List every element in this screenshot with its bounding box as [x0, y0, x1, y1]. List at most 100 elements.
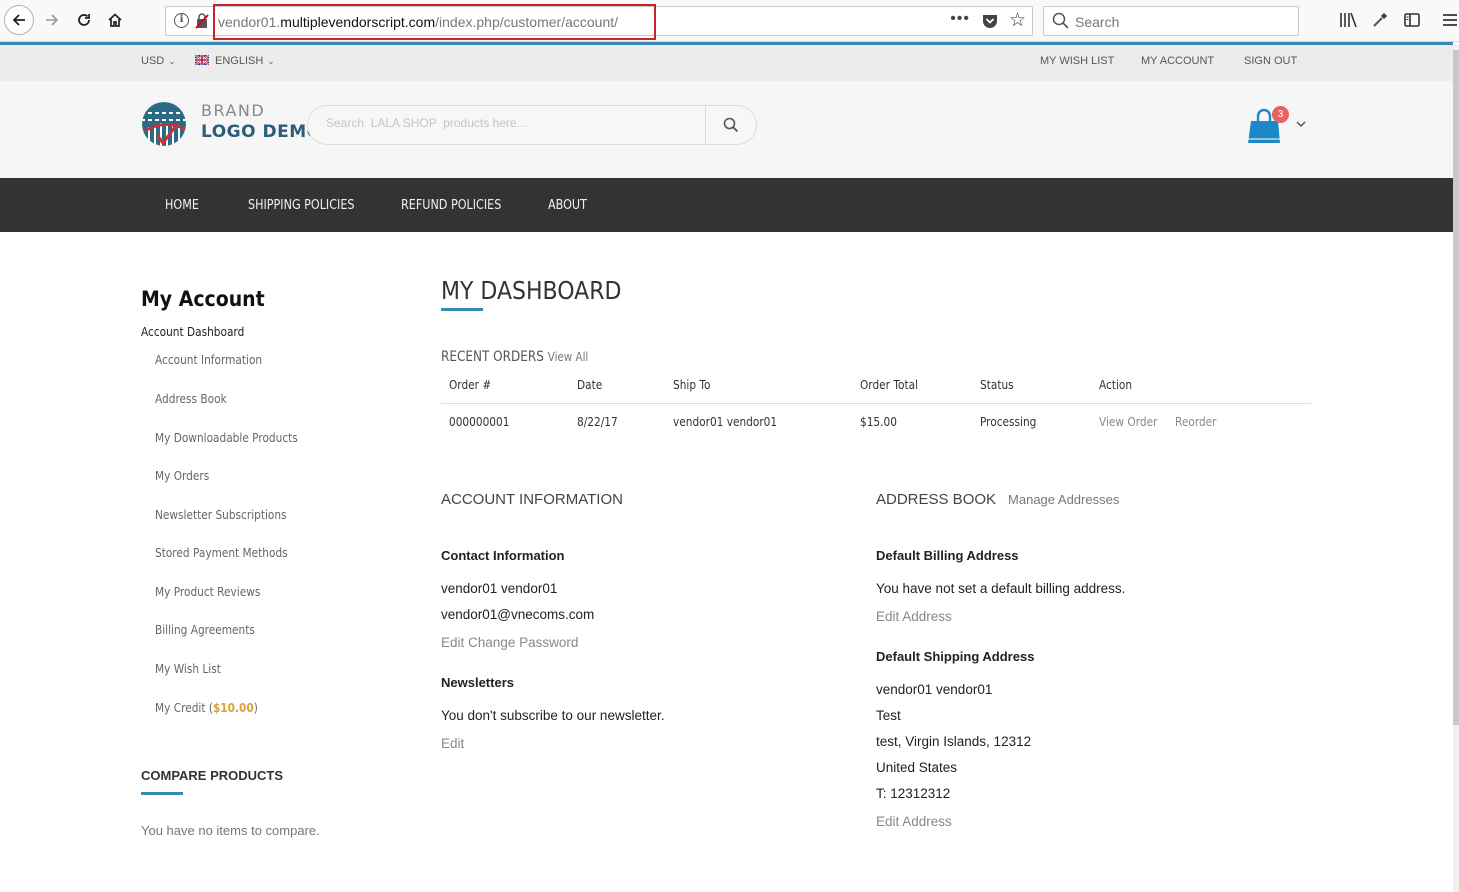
search-icon	[723, 117, 739, 133]
recent-orders-label: RECENT ORDERS	[441, 349, 544, 365]
sidebar-item-product-reviews[interactable]: My Product Reviews	[155, 585, 260, 599]
credit-value: $10.00	[212, 701, 254, 715]
contact-email: vendor01@vnecoms.com	[441, 607, 595, 622]
sign-out-link[interactable]: SIGN OUT	[1244, 55, 1297, 67]
logo-line-1: BRAND	[201, 101, 266, 120]
default-billing-text: You have not set a default billing addre…	[876, 581, 1126, 596]
page-scrollbar[interactable]	[1453, 45, 1459, 892]
eyedropper-icon[interactable]	[1370, 9, 1390, 31]
site-header: BRAND LOGO DEMO 3	[0, 81, 1453, 178]
compare-title-underline	[141, 792, 183, 795]
recent-orders-heading: RECENT ORDERS View All	[441, 349, 588, 365]
edit-shipping-address-link[interactable]: Edit Address	[876, 814, 952, 829]
sidebar-item-stored-payment-methods[interactable]: Stored Payment Methods	[155, 546, 288, 560]
shipping-address-line: vendor01 vendor01	[876, 682, 993, 697]
sidebar-item-wish-list[interactable]: My Wish List	[155, 662, 221, 676]
shipping-address-line: Test	[876, 708, 901, 723]
uk-flag-icon	[195, 55, 209, 65]
view-order-link[interactable]: View Order	[1099, 415, 1157, 429]
language-switcher[interactable]: ENGLISH ⌄	[195, 55, 275, 67]
newsletters-title: Newsletters	[441, 675, 514, 690]
logo-line-2: LOGO DEMO	[201, 122, 322, 142]
reorder-link[interactable]: Reorder	[1175, 415, 1217, 429]
column-header-status: Status	[980, 378, 1014, 392]
product-search-input[interactable]	[326, 116, 696, 130]
my-wish-list-link[interactable]: MY WISH LIST	[1040, 55, 1114, 67]
chevron-down-icon: ⌄	[267, 56, 275, 66]
pocket-icon[interactable]	[982, 13, 998, 29]
column-header-order-number: Order #	[449, 378, 492, 392]
contact-name: vendor01 vendor01	[441, 581, 558, 596]
shipping-address-line: United States	[876, 760, 958, 775]
shipping-address-phone: T: 12312312	[876, 786, 951, 801]
sidebar-item-billing-agreements[interactable]: Billing Agreements	[155, 623, 255, 637]
back-button[interactable]	[4, 5, 34, 35]
library-icon[interactable]	[1338, 9, 1358, 31]
sidebar-item-my-credit[interactable]: My Credit ($10.00)	[155, 701, 258, 715]
sidebar-item-my-orders[interactable]: My Orders	[155, 469, 209, 483]
compare-empty-message: You have no items to compare.	[141, 823, 320, 838]
reload-button[interactable]	[70, 6, 98, 34]
sidebar-item-account-dashboard: Account Dashboard	[141, 325, 245, 339]
column-header-order-total: Order Total	[860, 378, 919, 392]
arrow-right-icon	[46, 14, 59, 26]
cart-count-badge: 3	[1272, 106, 1289, 123]
sidebar-item-account-information[interactable]: Account Information	[155, 353, 262, 367]
home-button[interactable]	[101, 6, 129, 34]
top-links-bar: USD ⌄ ENGLISH ⌄ MY WISH LIST MY ACCOUNT SI…	[0, 45, 1453, 81]
table-header-divider	[441, 403, 1311, 404]
order-status-cell: Processing	[980, 415, 1037, 429]
column-header-date: Date	[577, 378, 603, 392]
sidebar-item-downloadable-products[interactable]: My Downloadable Products	[155, 431, 298, 445]
edit-billing-address-link[interactable]: Edit Address	[876, 609, 952, 624]
brand-logo-icon[interactable]	[141, 101, 187, 147]
shipping-address-line: test, Virgin Islands, 12312	[876, 734, 1032, 749]
hamburger-menu-icon[interactable]	[1440, 9, 1459, 31]
url-text[interactable]: vendor01.multiplevendorscript.com/index.…	[218, 14, 618, 30]
my-account-link[interactable]: MY ACCOUNT	[1141, 55, 1214, 67]
edit-newsletters-link[interactable]: Edit	[441, 736, 464, 751]
sidebar-item-newsletter-subscriptions[interactable]: Newsletter Subscriptions	[155, 508, 287, 522]
newsletters-status: You don't subscribe to our newsletter.	[441, 708, 665, 723]
change-password-link[interactable]: Change Password	[468, 635, 578, 650]
browser-toolbar: i vendor01.multiplevendorscript.com/inde…	[0, 0, 1459, 42]
sidebar-item-address-book[interactable]: Address Book	[155, 392, 227, 406]
sidebar-toggle-icon[interactable]	[1402, 9, 1422, 31]
brand-logo-text[interactable]: BRAND LOGO DEMO	[201, 103, 322, 141]
address-book-label: ADDRESS BOOK	[876, 491, 997, 508]
info-icon[interactable]: i	[174, 13, 189, 28]
chevron-down-icon: ⌄	[168, 56, 176, 66]
order-total-cell: $15.00	[860, 415, 897, 429]
currency-switcher[interactable]: USD ⌄	[141, 55, 176, 67]
page-actions-icon[interactable]: •••	[950, 10, 970, 28]
contact-information-title: Contact Information	[441, 548, 565, 563]
browser-search-bar[interactable]: Search	[1043, 6, 1299, 36]
chevron-down-icon[interactable]	[1295, 118, 1307, 130]
nav-shipping-policies[interactable]: SHIPPING POLICIES	[248, 198, 355, 213]
main-navigation: HOME SHIPPING POLICIES REFUND POLICIES A…	[0, 178, 1453, 232]
reload-icon	[78, 14, 90, 26]
scrollbar-thumb[interactable]	[1453, 50, 1459, 725]
nav-refund-policies[interactable]: REFUND POLICIES	[401, 198, 501, 213]
manage-addresses-link[interactable]: Manage Addresses	[1008, 492, 1119, 507]
nav-home[interactable]: HOME	[165, 198, 199, 213]
column-header-ship-to: Ship To	[673, 378, 711, 392]
search-submit-button[interactable]	[706, 106, 756, 144]
forward-button[interactable]	[38, 6, 66, 34]
order-number-cell: 000000001	[449, 415, 510, 429]
default-billing-title: Default Billing Address	[876, 548, 1019, 563]
default-shipping-title: Default Shipping Address	[876, 649, 1035, 664]
account-information-title: ACCOUNT INFORMATION	[441, 491, 623, 508]
arrow-left-icon	[12, 14, 25, 26]
nav-about[interactable]: ABOUT	[548, 198, 587, 213]
view-all-orders-link[interactable]: View All	[548, 350, 589, 364]
edit-contact-link[interactable]: Edit	[441, 635, 464, 650]
contact-actions: Edit Change Password	[441, 635, 578, 650]
bookmark-star-icon[interactable]: ☆	[1009, 9, 1026, 32]
insecure-lock-icon[interactable]	[195, 13, 209, 29]
address-book-title: ADDRESS BOOK Manage Addresses	[876, 491, 1119, 508]
url-path: /index.php/customer/account/	[435, 14, 619, 30]
mini-cart[interactable]: 3	[1246, 106, 1289, 147]
home-icon	[108, 13, 122, 27]
address-bar[interactable]: i vendor01.multiplevendorscript.com/inde…	[165, 4, 1033, 40]
